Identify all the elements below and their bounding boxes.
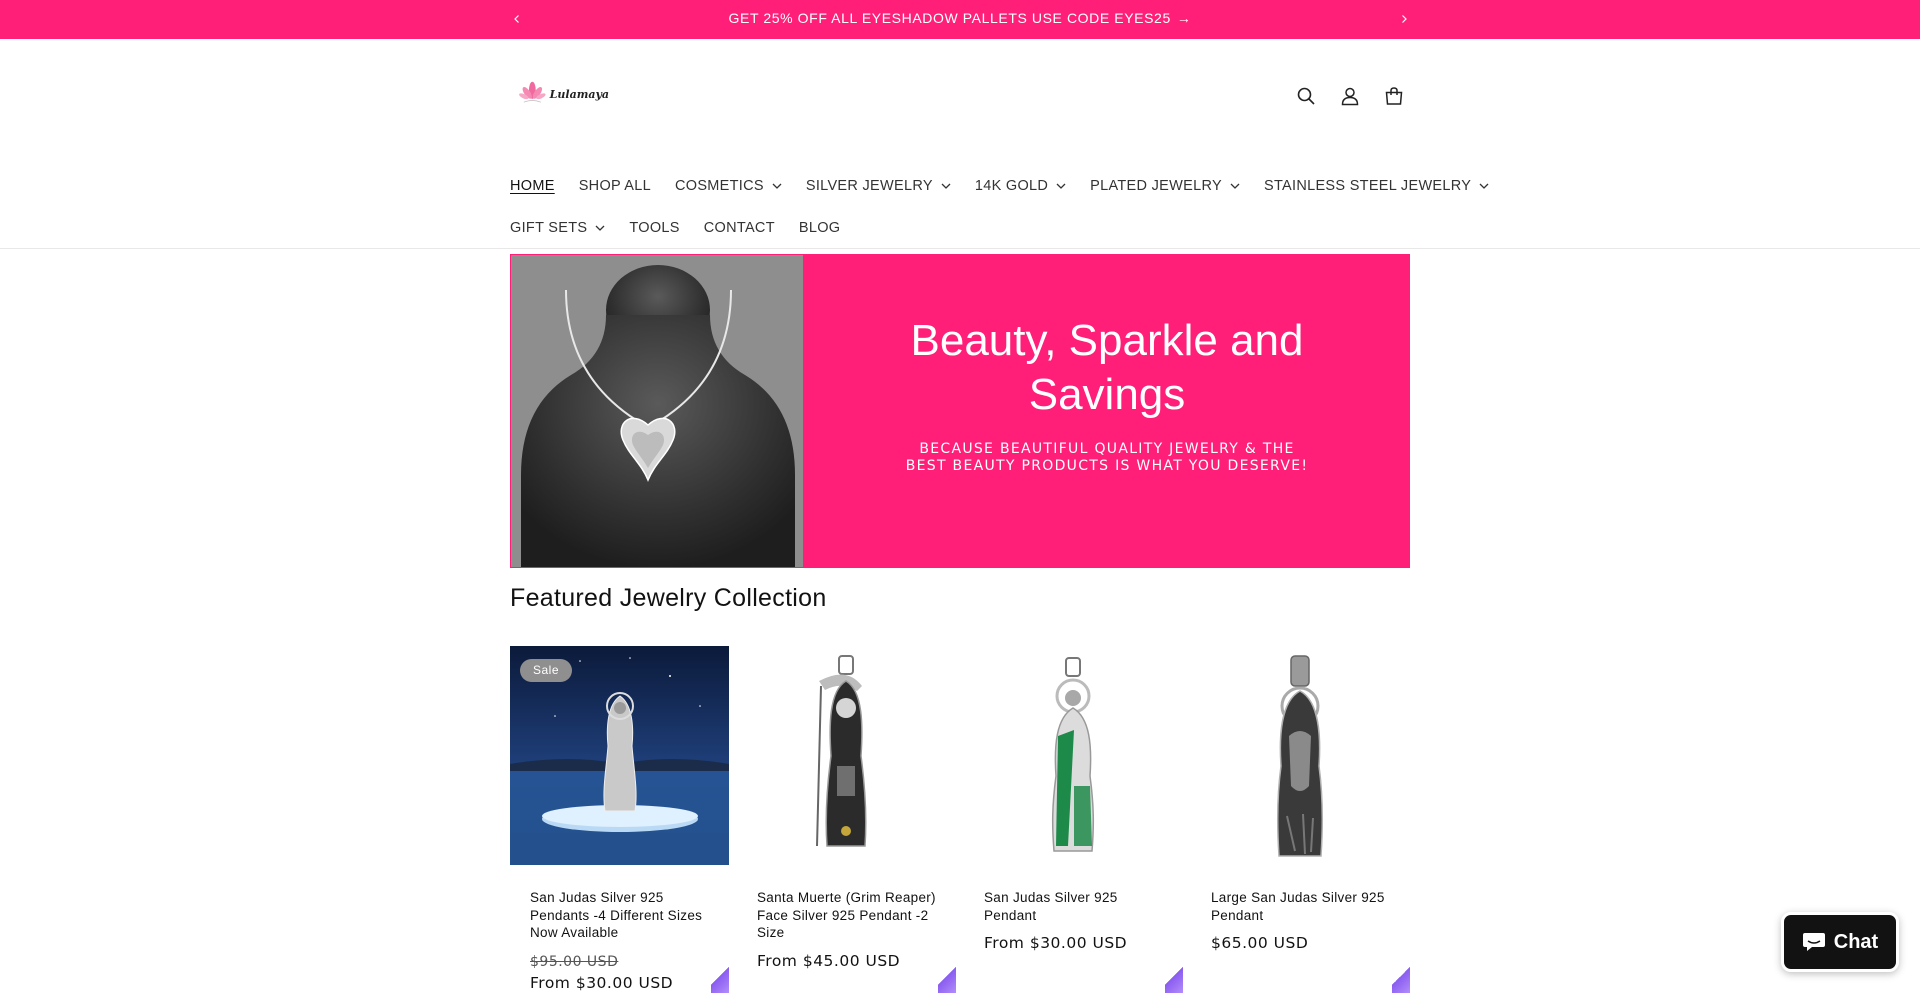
chat-bubble-icon (1802, 933, 1825, 951)
product-title[interactable]: Santa Muerte (Grim Reaper) Face Silver 9… (757, 889, 936, 942)
hero-subtitle: BECAUSE BEAUTIFUL QUALITY JEWELRY & THE … (905, 441, 1309, 474)
menu-item-contact[interactable]: CONTACT (692, 215, 787, 241)
product-price: $65.00 USD (1211, 934, 1309, 952)
header-divider (0, 248, 1920, 249)
menu-row-1: HOME SHOP ALL COSMETICS SILVER JEWELRY 14K G… (510, 173, 1501, 199)
product-regular-price: $95.00 USD (530, 953, 619, 970)
menu-item-label: PLATED JEWELRY (1090, 178, 1222, 194)
product-card[interactable]: Santa Muerte (Grim Reaper) Face Silver 9… (737, 646, 956, 993)
product-card[interactable]: San Judas Silver 925 Pendant From $30.00… (964, 646, 1183, 993)
chat-button[interactable]: Chat (1781, 912, 1899, 972)
featured-collection-title: Featured Jewelry Collection (510, 584, 827, 612)
product-price: From $30.00 USD (984, 934, 1128, 952)
menu-item-home[interactable]: HOME (510, 173, 567, 199)
menu-item-shop-all[interactable]: SHOP ALL (567, 173, 663, 199)
store-logo[interactable]: Lulamaya (517, 72, 609, 112)
announcement-text: GET 25% OFF ALL EYESHADOW PALLETS USE CO… (728, 10, 1171, 26)
menu-item-stainless-steel-jewelry[interactable]: STAINLESS STEEL JEWELRY (1252, 173, 1501, 199)
menu-item-label: SHOP ALL (578, 178, 651, 194)
card-corner-decoration (1392, 946, 1410, 993)
chevron-down-icon (941, 183, 951, 189)
product-image[interactable] (1191, 646, 1410, 865)
card-corner-decoration (711, 946, 729, 993)
hero-text-panel: Beauty, Sparkle and Savings BECAUSE BEAU… (804, 254, 1410, 568)
menu-item-label: TOOLS (629, 220, 680, 236)
menu-item-label: 14K GOLD (974, 178, 1049, 194)
menu-item-cosmetics[interactable]: COSMETICS (663, 173, 794, 199)
menu-item-label: BLOG (798, 220, 841, 236)
cart-button[interactable] (1378, 80, 1410, 112)
product-price: From $45.00 USD (757, 951, 901, 970)
product-title[interactable]: San Judas Silver 925 Pendant (984, 889, 1163, 924)
product-title[interactable]: San Judas Silver 925 Pendants -4 Differe… (530, 889, 709, 942)
menu-item-label: SILVER JEWELRY (805, 178, 933, 194)
announcement-next-button[interactable] (1392, 7, 1416, 31)
product-image[interactable] (737, 646, 956, 865)
menu-row-2: GIFT SETS TOOLS CONTACT BLOG (510, 215, 852, 241)
header-icons (1290, 80, 1410, 112)
product-image[interactable] (964, 646, 1183, 865)
hero-title: Beauty, Sparkle and Savings (910, 316, 1304, 419)
announcement-bar: GET 25% OFF ALL EYESHADOW PALLETS USE CO… (0, 0, 1920, 39)
chevron-down-icon (1230, 183, 1240, 189)
chat-label: Chat (1833, 930, 1879, 953)
product-title[interactable]: Large San Judas Silver 925 Pendant (1211, 889, 1390, 924)
lotus-logo-icon (519, 81, 546, 103)
product-image[interactable]: Sale (510, 646, 729, 865)
product-sale-price: From $30.00 USD (530, 973, 674, 992)
announcement-link[interactable]: GET 25% OFF ALL EYESHADOW PALLETS USE CO… (0, 0, 1920, 39)
chevron-down-icon (1056, 183, 1066, 189)
product-card[interactable]: Sale San Judas Silver 925 Pendants -4 Di… (510, 646, 729, 993)
sale-badge: Sale (520, 659, 573, 682)
menu-item-blog[interactable]: BLOG (787, 215, 853, 241)
menu-item-label: GIFT SETS (510, 220, 588, 236)
chevron-down-icon (772, 183, 782, 189)
chevron-down-icon (1479, 183, 1489, 189)
account-button[interactable] (1334, 80, 1366, 112)
menu-item-tools[interactable]: TOOLS (617, 215, 691, 241)
logo-text: Lulamaya (549, 87, 609, 101)
hero-banner: Beauty, Sparkle and Savings BECAUSE BEAU… (510, 254, 1410, 568)
menu-item-label: HOME (510, 178, 555, 194)
account-icon (1341, 87, 1359, 106)
search-button[interactable] (1290, 80, 1322, 112)
menu-item-14k-gold[interactable]: 14K GOLD (963, 173, 1078, 199)
chevron-down-icon (595, 225, 605, 231)
product-card[interactable]: Large San Judas Silver 925 Pendant $65.0… (1191, 646, 1410, 993)
chevron-right-icon (1402, 15, 1407, 23)
card-corner-decoration (938, 946, 956, 993)
card-corner-decoration (1165, 946, 1183, 993)
menu-item-gift-sets[interactable]: GIFT SETS (510, 215, 617, 241)
menu-item-label: STAINLESS STEEL JEWELRY (1263, 178, 1472, 194)
arrow-right-icon: → (1176, 10, 1192, 26)
menu-item-label: COSMETICS (674, 178, 764, 194)
hero-necklace-image (510, 254, 804, 568)
menu-item-plated-jewelry[interactable]: PLATED JEWELRY (1078, 173, 1252, 199)
search-icon (1297, 87, 1315, 105)
cart-icon (1385, 87, 1403, 105)
menu-item-silver-jewelry[interactable]: SILVER JEWELRY (794, 173, 963, 199)
menu-item-label: CONTACT (703, 220, 775, 236)
